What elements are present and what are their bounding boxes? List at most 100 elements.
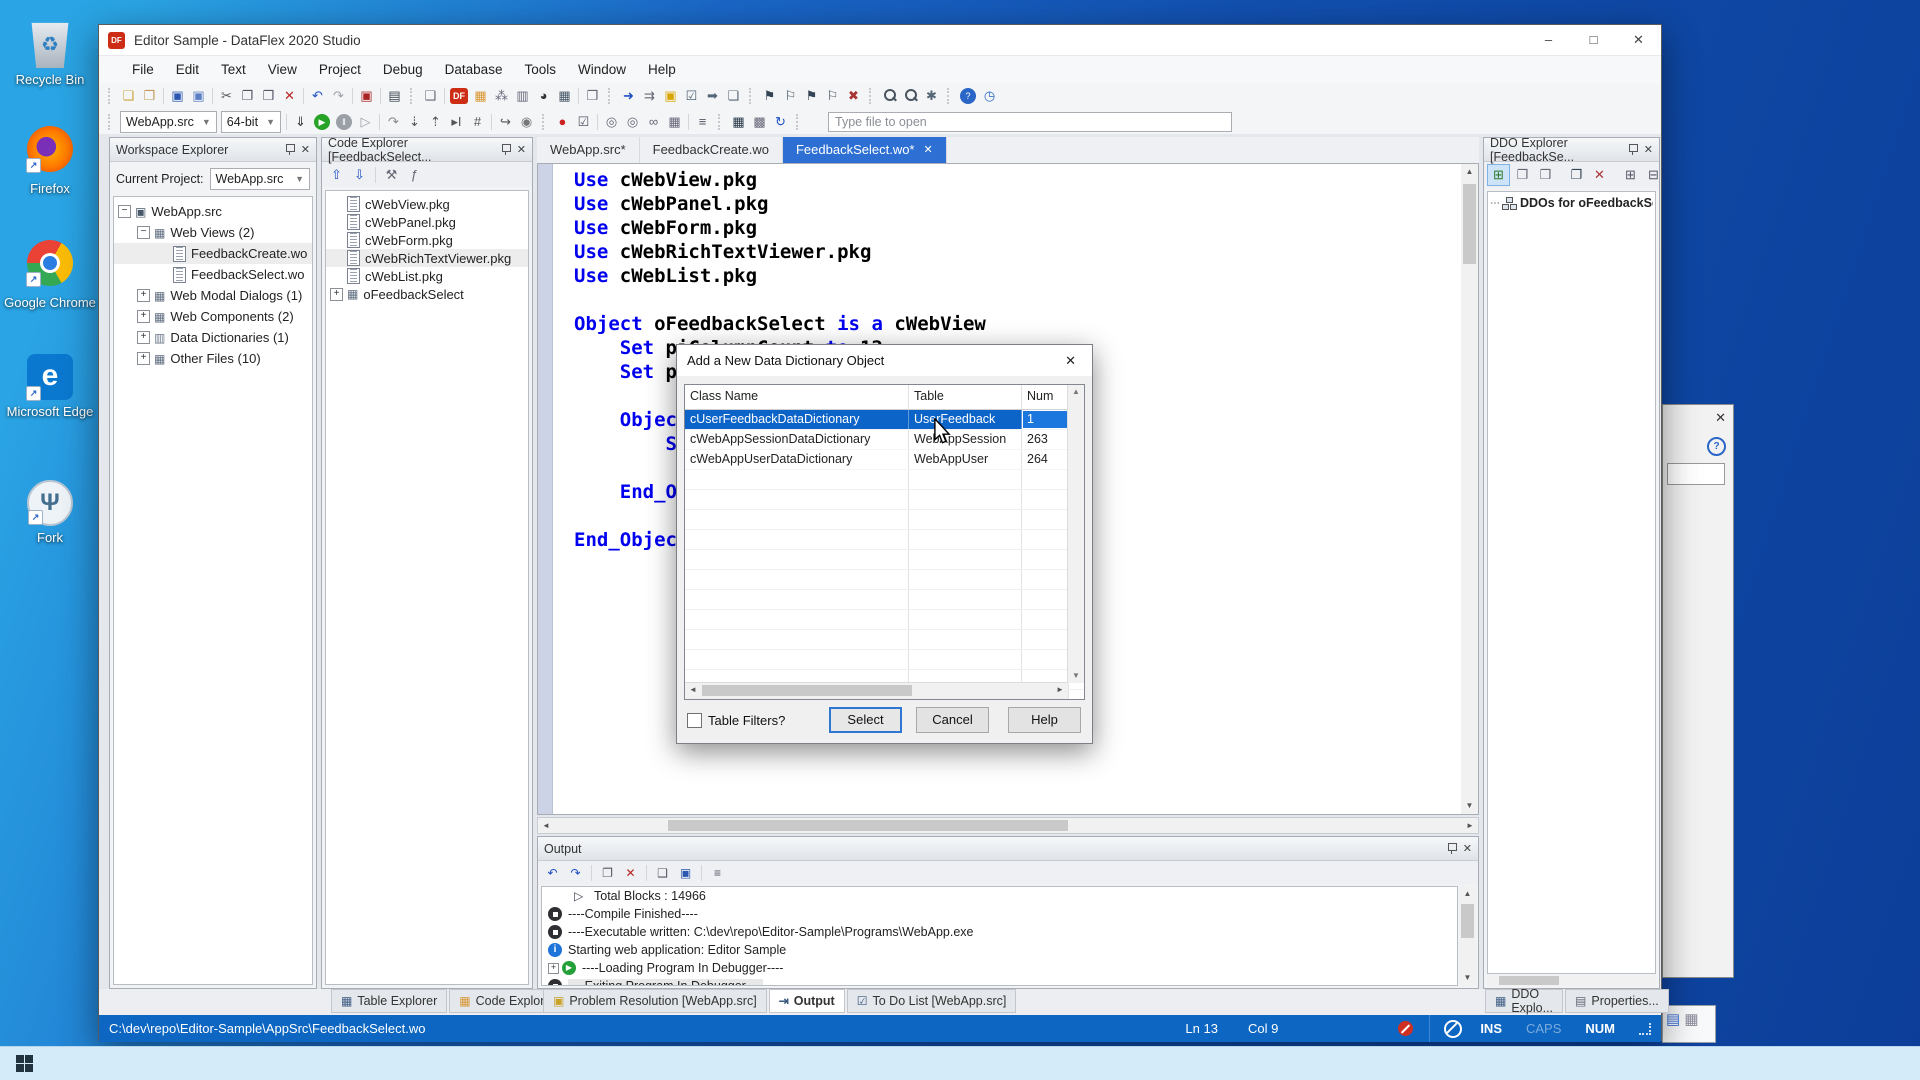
scrollbar-thumb[interactable]: [1463, 184, 1476, 264]
delete-icon[interactable]: ✕: [279, 86, 300, 106]
pin-icon[interactable]: [1628, 144, 1637, 155]
find-file-icon[interactable]: ❏: [723, 86, 744, 106]
clear-output-icon[interactable]: ✕: [620, 864, 641, 882]
problems-panel-icon[interactable]: ▣: [660, 86, 681, 106]
database-sync-icon[interactable]: ↻: [770, 112, 791, 132]
print-icon[interactable]: ▤: [384, 86, 405, 106]
options-icon[interactable]: ✱: [921, 86, 942, 106]
open-folder-icon[interactable]: ❒: [139, 86, 160, 106]
search-prev-icon[interactable]: ↶: [542, 864, 563, 882]
menu-window[interactable]: Window: [567, 56, 637, 83]
copy-all-icon[interactable]: ❑: [652, 864, 673, 882]
expand-toggle-icon[interactable]: −: [118, 205, 131, 218]
call-stack-icon[interactable]: ↪: [495, 112, 516, 132]
close-icon[interactable]: ✕: [517, 143, 526, 156]
statistics-icon[interactable]: ◕: [533, 86, 554, 106]
goto-reference-icon[interactable]: ⇉: [639, 86, 660, 106]
watch-icon[interactable]: ◎: [601, 112, 622, 132]
menu-help[interactable]: Help: [637, 56, 687, 83]
column-header[interactable]: Table: [909, 385, 1022, 409]
tree-item[interactable]: +▦Web Components (2): [114, 306, 312, 327]
editor-tab[interactable]: WebApp.src*: [537, 137, 640, 163]
desktop-icon-firefox[interactable]: ↗Firefox: [2, 126, 98, 196]
output-vertical-scrollbar[interactable]: ▲ ▼: [1459, 886, 1476, 986]
scroll-right-icon[interactable]: ►: [1462, 818, 1478, 833]
checkbox-icon[interactable]: [687, 713, 702, 728]
run-no-debug-icon[interactable]: ▷: [355, 112, 376, 132]
menu-tools[interactable]: Tools: [513, 56, 567, 83]
goto-definition-icon[interactable]: ➜: [618, 86, 639, 106]
start-button-icon[interactable]: [16, 1055, 33, 1072]
tree-item[interactable]: +cWebList.pkg: [326, 267, 528, 285]
tree-item[interactable]: +▦oFeedbackSelect: [326, 285, 528, 303]
dock-tab[interactable]: ▤Properties...: [1565, 989, 1669, 1013]
expand-toggle-icon[interactable]: +: [137, 352, 150, 365]
outline-icon[interactable]: ≡: [692, 112, 713, 132]
replace-icon[interactable]: [900, 86, 921, 106]
expand-toggle-icon[interactable]: +: [330, 288, 343, 301]
tree-item[interactable]: +▦Other Files (10): [114, 348, 312, 369]
breakpoint-icon[interactable]: ●: [552, 112, 573, 132]
prev-bookmark-icon[interactable]: ⚐: [780, 86, 801, 106]
run-to-cursor-icon[interactable]: ▸I: [446, 112, 467, 132]
sync-up-icon[interactable]: ⇧: [326, 165, 347, 185]
close-button[interactable]: ✕: [1616, 25, 1661, 55]
error-indicator-icon[interactable]: [1398, 1021, 1413, 1036]
editor-tab[interactable]: FeedbackCreate.wo: [640, 137, 783, 163]
switch-source-icon[interactable]: ❒: [582, 86, 603, 106]
arch-select[interactable]: 64-bit▼: [221, 111, 281, 133]
menu-text[interactable]: Text: [210, 56, 257, 83]
scrollbar-thumb[interactable]: [1461, 904, 1474, 938]
expand-toggle-icon[interactable]: +: [137, 310, 150, 323]
table-filters-checkbox[interactable]: Table Filters?: [687, 713, 785, 728]
redo-icon[interactable]: ↷: [328, 86, 349, 106]
search-next-icon[interactable]: ↷: [565, 864, 586, 882]
desktop-icon-chrome[interactable]: ↗Google Chrome: [2, 240, 98, 310]
menu-view[interactable]: View: [257, 56, 308, 83]
tree-item[interactable]: −▣WebApp.src: [114, 201, 312, 222]
maximize-button[interactable]: □: [1571, 25, 1616, 55]
debug-grid-icon[interactable]: ▦: [664, 112, 685, 132]
ddo-relationships-icon[interactable]: ❐: [1512, 165, 1533, 185]
scroll-down-icon[interactable]: ▼: [1461, 798, 1478, 814]
editor-horizontal-scrollbar[interactable]: ◄ ►: [537, 817, 1479, 834]
tree-item[interactable]: +cWebForm.pkg: [326, 231, 528, 249]
wrap-icon[interactable]: ≡: [707, 864, 728, 882]
dialog-table-row[interactable]: cUserFeedbackDataDictionaryUserFeedback1: [685, 410, 1084, 430]
find-icon[interactable]: [879, 86, 900, 106]
save-output-icon[interactable]: ▣: [675, 864, 696, 882]
run-icon[interactable]: ▶: [314, 114, 330, 130]
close-tab-icon[interactable]: ✕: [924, 137, 933, 163]
tree-item[interactable]: +▦Web Modal Dialogs (1): [114, 285, 312, 306]
stop-debug-icon[interactable]: ◉: [516, 112, 537, 132]
scroll-left-icon[interactable]: ◄: [538, 818, 554, 833]
copy-output-icon[interactable]: ❐: [597, 864, 618, 882]
sync-down-icon[interactable]: ⇩: [349, 165, 370, 185]
pin-icon[interactable]: [501, 144, 510, 155]
menu-debug[interactable]: Debug: [372, 56, 434, 83]
close-icon[interactable]: ✕: [1644, 143, 1653, 156]
method-list-icon[interactable]: ▥: [512, 86, 533, 106]
column-header[interactable]: Class Name: [685, 385, 909, 409]
table-browser-icon[interactable]: ▦: [554, 86, 575, 106]
copy-icon[interactable]: ❐: [237, 86, 258, 106]
inspector-icon[interactable]: ∞: [643, 112, 664, 132]
minimize-button[interactable]: –: [1526, 25, 1571, 55]
tree-item[interactable]: −▦Web Views (2): [114, 222, 312, 243]
close-icon[interactable]: ✕: [1463, 842, 1472, 855]
recent-help-icon[interactable]: ◷: [979, 86, 1000, 106]
desktop-icon-edge[interactable]: e↗Microsoft Edge: [2, 354, 98, 419]
help-icon[interactable]: ?: [960, 88, 976, 104]
locals-icon[interactable]: ◎: [622, 112, 643, 132]
dock-tab[interactable]: ▦Table Explorer: [331, 989, 447, 1013]
ddo-root-node[interactable]: ⋯ DDOs for oFeedbackSele: [1490, 196, 1653, 210]
breakpoints-list-icon[interactable]: ☑: [573, 112, 594, 132]
expand-toggle-icon[interactable]: +: [137, 331, 150, 344]
undo-icon[interactable]: ↶: [307, 86, 328, 106]
menu-file[interactable]: File: [121, 56, 165, 83]
ddo-horizontal-scrollbar[interactable]: [1487, 975, 1656, 986]
menu-database[interactable]: Database: [434, 56, 514, 83]
todo-panel-icon[interactable]: ☑: [681, 86, 702, 106]
cancel-button[interactable]: Cancel: [916, 707, 989, 733]
scroll-down-icon[interactable]: ▼: [1459, 970, 1476, 986]
